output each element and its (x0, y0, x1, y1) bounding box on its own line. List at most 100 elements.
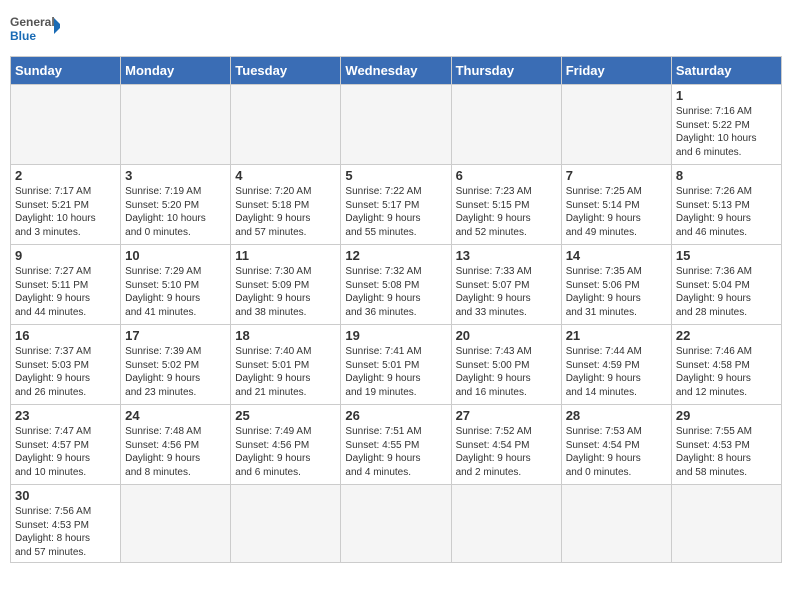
day-number: 1 (676, 88, 777, 103)
weekday-header-tuesday: Tuesday (231, 57, 341, 85)
day-cell (11, 85, 121, 165)
day-info: Sunrise: 7:47 AM Sunset: 4:57 PM Dayligh… (15, 425, 116, 479)
day-number: 8 (676, 168, 777, 183)
logo: General Blue (10, 10, 60, 50)
day-info: Sunrise: 7:46 AM Sunset: 4:58 PM Dayligh… (676, 345, 777, 399)
day-number: 20 (456, 328, 557, 343)
weekday-header-row: SundayMondayTuesdayWednesdayThursdayFrid… (11, 57, 782, 85)
day-cell (341, 485, 451, 563)
day-cell (341, 85, 451, 165)
week-row-4: 16 Sunrise: 7:37 AM Sunset: 5:03 PM Dayli… (11, 325, 782, 405)
day-cell: 27Sunrise: 7:52 AM Sunset: 4:54 PM Dayli… (451, 405, 561, 485)
week-row-2: 2Sunrise: 7:17 AM Sunset: 5:21 PM Daylig… (11, 165, 782, 245)
day-info: Sunrise: 7:41 AM Sunset: 5:01 PM Dayligh… (345, 345, 446, 399)
day-cell: 21 Sunrise: 7:44 AM Sunset: 4:59 PM Dayli… (561, 325, 671, 405)
weekday-header-wednesday: Wednesday (341, 57, 451, 85)
day-number: 30 (15, 488, 116, 503)
day-cell: 14 Sunrise: 7:35 AM Sunset: 5:06 PM Dayli… (561, 245, 671, 325)
day-cell (451, 485, 561, 563)
day-cell: 19 Sunrise: 7:41 AM Sunset: 5:01 PM Dayli… (341, 325, 451, 405)
day-info: Sunrise: 7:56 AM Sunset: 4:53 PM Dayligh… (15, 505, 116, 559)
day-number: 18 (235, 328, 336, 343)
day-number: 29 (676, 408, 777, 423)
day-info: Sunrise: 7:48 AM Sunset: 4:56 PM Dayligh… (125, 425, 226, 479)
weekday-header-thursday: Thursday (451, 57, 561, 85)
week-row-6: 30 Sunrise: 7:56 AM Sunset: 4:53 PM Dayli… (11, 485, 782, 563)
day-info: Sunrise: 7:29 AM Sunset: 5:10 PM Dayligh… (125, 265, 226, 319)
day-info: Sunrise: 7:33 AM Sunset: 5:07 PM Dayligh… (456, 265, 557, 319)
day-cell: 18Sunrise: 7:40 AM Sunset: 5:01 PM Dayli… (231, 325, 341, 405)
day-info: Sunrise: 7:17 AM Sunset: 5:21 PM Dayligh… (15, 185, 116, 239)
day-number: 11 (235, 248, 336, 263)
day-number: 24 (125, 408, 226, 423)
day-info: Sunrise: 7:44 AM Sunset: 4:59 PM Dayligh… (566, 345, 667, 399)
day-number: 28 (566, 408, 667, 423)
day-cell: 12Sunrise: 7:32 AM Sunset: 5:08 PM Dayli… (341, 245, 451, 325)
day-cell (231, 85, 341, 165)
day-info: Sunrise: 7:27 AM Sunset: 5:11 PM Dayligh… (15, 265, 116, 319)
day-info: Sunrise: 7:49 AM Sunset: 4:56 PM Dayligh… (235, 425, 336, 479)
day-info: Sunrise: 7:25 AM Sunset: 5:14 PM Dayligh… (566, 185, 667, 239)
day-cell: 10 Sunrise: 7:29 AM Sunset: 5:10 PM Dayli… (121, 245, 231, 325)
svg-text:General: General (10, 15, 55, 29)
day-number: 5 (345, 168, 446, 183)
day-cell: 7 Sunrise: 7:25 AM Sunset: 5:14 PM Daylig… (561, 165, 671, 245)
day-cell: 28 Sunrise: 7:53 AM Sunset: 4:54 PM Dayli… (561, 405, 671, 485)
day-cell: 15Sunrise: 7:36 AM Sunset: 5:04 PM Dayli… (671, 245, 781, 325)
day-number: 7 (566, 168, 667, 183)
day-cell: 30 Sunrise: 7:56 AM Sunset: 4:53 PM Dayli… (11, 485, 121, 563)
weekday-header-sunday: Sunday (11, 57, 121, 85)
svg-text:Blue: Blue (10, 29, 36, 43)
day-cell: 1 Sunrise: 7:16 AM Sunset: 5:22 PM Daylig… (671, 85, 781, 165)
day-info: Sunrise: 7:51 AM Sunset: 4:55 PM Dayligh… (345, 425, 446, 479)
day-info: Sunrise: 7:26 AM Sunset: 5:13 PM Dayligh… (676, 185, 777, 239)
day-info: Sunrise: 7:20 AM Sunset: 5:18 PM Dayligh… (235, 185, 336, 239)
day-number: 22 (676, 328, 777, 343)
day-info: Sunrise: 7:23 AM Sunset: 5:15 PM Dayligh… (456, 185, 557, 239)
day-info: Sunrise: 7:30 AM Sunset: 5:09 PM Dayligh… (235, 265, 336, 319)
day-cell: 26 Sunrise: 7:51 AM Sunset: 4:55 PM Dayli… (341, 405, 451, 485)
logo-svg: General Blue (10, 10, 60, 50)
day-cell: 8 Sunrise: 7:26 AM Sunset: 5:13 PM Daylig… (671, 165, 781, 245)
day-number: 25 (235, 408, 336, 423)
day-number: 16 (15, 328, 116, 343)
day-cell: 13 Sunrise: 7:33 AM Sunset: 5:07 PM Dayli… (451, 245, 561, 325)
day-number: 21 (566, 328, 667, 343)
day-number: 19 (345, 328, 446, 343)
week-row-5: 23Sunrise: 7:47 AM Sunset: 4:57 PM Dayli… (11, 405, 782, 485)
day-cell (561, 485, 671, 563)
day-info: Sunrise: 7:22 AM Sunset: 5:17 PM Dayligh… (345, 185, 446, 239)
day-cell: 23Sunrise: 7:47 AM Sunset: 4:57 PM Dayli… (11, 405, 121, 485)
day-info: Sunrise: 7:36 AM Sunset: 5:04 PM Dayligh… (676, 265, 777, 319)
day-cell: 29 Sunrise: 7:55 AM Sunset: 4:53 PM Dayli… (671, 405, 781, 485)
day-info: Sunrise: 7:19 AM Sunset: 5:20 PM Dayligh… (125, 185, 226, 239)
day-info: Sunrise: 7:37 AM Sunset: 5:03 PM Dayligh… (15, 345, 116, 399)
day-cell: 4 Sunrise: 7:20 AM Sunset: 5:18 PM Daylig… (231, 165, 341, 245)
day-info: Sunrise: 7:53 AM Sunset: 4:54 PM Dayligh… (566, 425, 667, 479)
day-cell (121, 485, 231, 563)
day-number: 12 (345, 248, 446, 263)
day-number: 10 (125, 248, 226, 263)
day-number: 14 (566, 248, 667, 263)
day-info: Sunrise: 7:35 AM Sunset: 5:06 PM Dayligh… (566, 265, 667, 319)
day-number: 26 (345, 408, 446, 423)
day-cell (671, 485, 781, 563)
day-number: 3 (125, 168, 226, 183)
page-header: General Blue (10, 10, 782, 50)
day-info: Sunrise: 7:16 AM Sunset: 5:22 PM Dayligh… (676, 105, 777, 159)
calendar-table: SundayMondayTuesdayWednesdayThursdayFrid… (10, 56, 782, 563)
day-cell: 16 Sunrise: 7:37 AM Sunset: 5:03 PM Dayli… (11, 325, 121, 405)
day-info: Sunrise: 7:55 AM Sunset: 4:53 PM Dayligh… (676, 425, 777, 479)
day-info: Sunrise: 7:43 AM Sunset: 5:00 PM Dayligh… (456, 345, 557, 399)
day-info: Sunrise: 7:39 AM Sunset: 5:02 PM Dayligh… (125, 345, 226, 399)
weekday-header-monday: Monday (121, 57, 231, 85)
weekday-header-saturday: Saturday (671, 57, 781, 85)
day-number: 4 (235, 168, 336, 183)
day-cell (451, 85, 561, 165)
weekday-header-friday: Friday (561, 57, 671, 85)
day-number: 13 (456, 248, 557, 263)
day-cell: 6Sunrise: 7:23 AM Sunset: 5:15 PM Daylig… (451, 165, 561, 245)
day-cell: 3 Sunrise: 7:19 AM Sunset: 5:20 PM Daylig… (121, 165, 231, 245)
day-cell: 2Sunrise: 7:17 AM Sunset: 5:21 PM Daylig… (11, 165, 121, 245)
day-number: 9 (15, 248, 116, 263)
